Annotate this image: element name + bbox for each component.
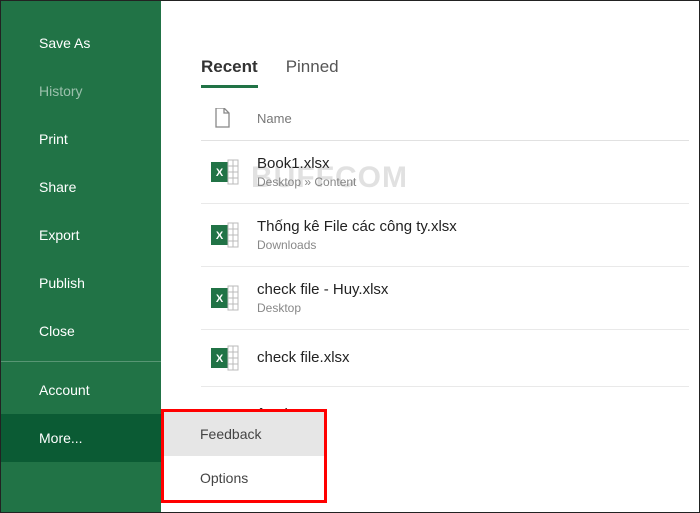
file-name: check file - Huy.xlsx xyxy=(257,281,388,299)
file-name: check file.xlsx xyxy=(257,349,350,367)
tabs: Recent Pinned xyxy=(201,57,699,88)
sidebar-item-close[interactable]: Close xyxy=(1,307,161,355)
file-path: Downloads xyxy=(257,238,457,252)
sidebar-item-account[interactable]: Account xyxy=(1,366,161,414)
list-header: Name xyxy=(201,88,689,141)
sidebar-item-print[interactable]: Print xyxy=(1,115,161,163)
list-item[interactable]: X Book1.xlsx Desktop » Content xyxy=(201,141,689,204)
document-icon xyxy=(211,108,233,128)
svg-text:X: X xyxy=(216,230,224,242)
sidebar-item-share[interactable]: Share xyxy=(1,163,161,211)
file-name: Book1.xlsx xyxy=(257,155,356,173)
sidebar-item-publish[interactable]: Publish xyxy=(1,259,161,307)
popup-item-options[interactable]: Options xyxy=(164,456,324,500)
excel-file-icon: X xyxy=(211,344,239,372)
sidebar-divider xyxy=(1,361,161,362)
svg-text:X: X xyxy=(216,167,224,179)
list-item[interactable]: X check file.xlsx xyxy=(201,330,689,387)
svg-text:X: X xyxy=(216,293,224,305)
sidebar-item-more[interactable]: More... xyxy=(1,414,161,462)
excel-file-icon: X xyxy=(211,284,239,312)
excel-file-icon: X xyxy=(211,221,239,249)
more-popup: Feedback Options xyxy=(161,409,327,503)
excel-file-icon: X xyxy=(211,158,239,186)
popup-item-feedback[interactable]: Feedback xyxy=(164,412,324,456)
header-name: Name xyxy=(257,111,292,126)
svg-text:X: X xyxy=(216,353,224,365)
file-name: Thống kê File các công ty.xlsx xyxy=(257,218,457,236)
sidebar-item-history[interactable]: History xyxy=(1,67,161,115)
tab-pinned[interactable]: Pinned xyxy=(286,57,339,88)
sidebar-item-export[interactable]: Export xyxy=(1,211,161,259)
list-item[interactable]: X Thống kê File các công ty.xlsx Downloa… xyxy=(201,204,689,267)
file-path: Desktop xyxy=(257,301,388,315)
tab-recent[interactable]: Recent xyxy=(201,57,258,88)
list-item[interactable]: X check file - Huy.xlsx Desktop xyxy=(201,267,689,330)
file-path: Desktop » Content xyxy=(257,175,356,189)
sidebar: Save As History Print Share Export Publi… xyxy=(1,1,161,512)
sidebar-item-save-as[interactable]: Save As xyxy=(1,19,161,67)
